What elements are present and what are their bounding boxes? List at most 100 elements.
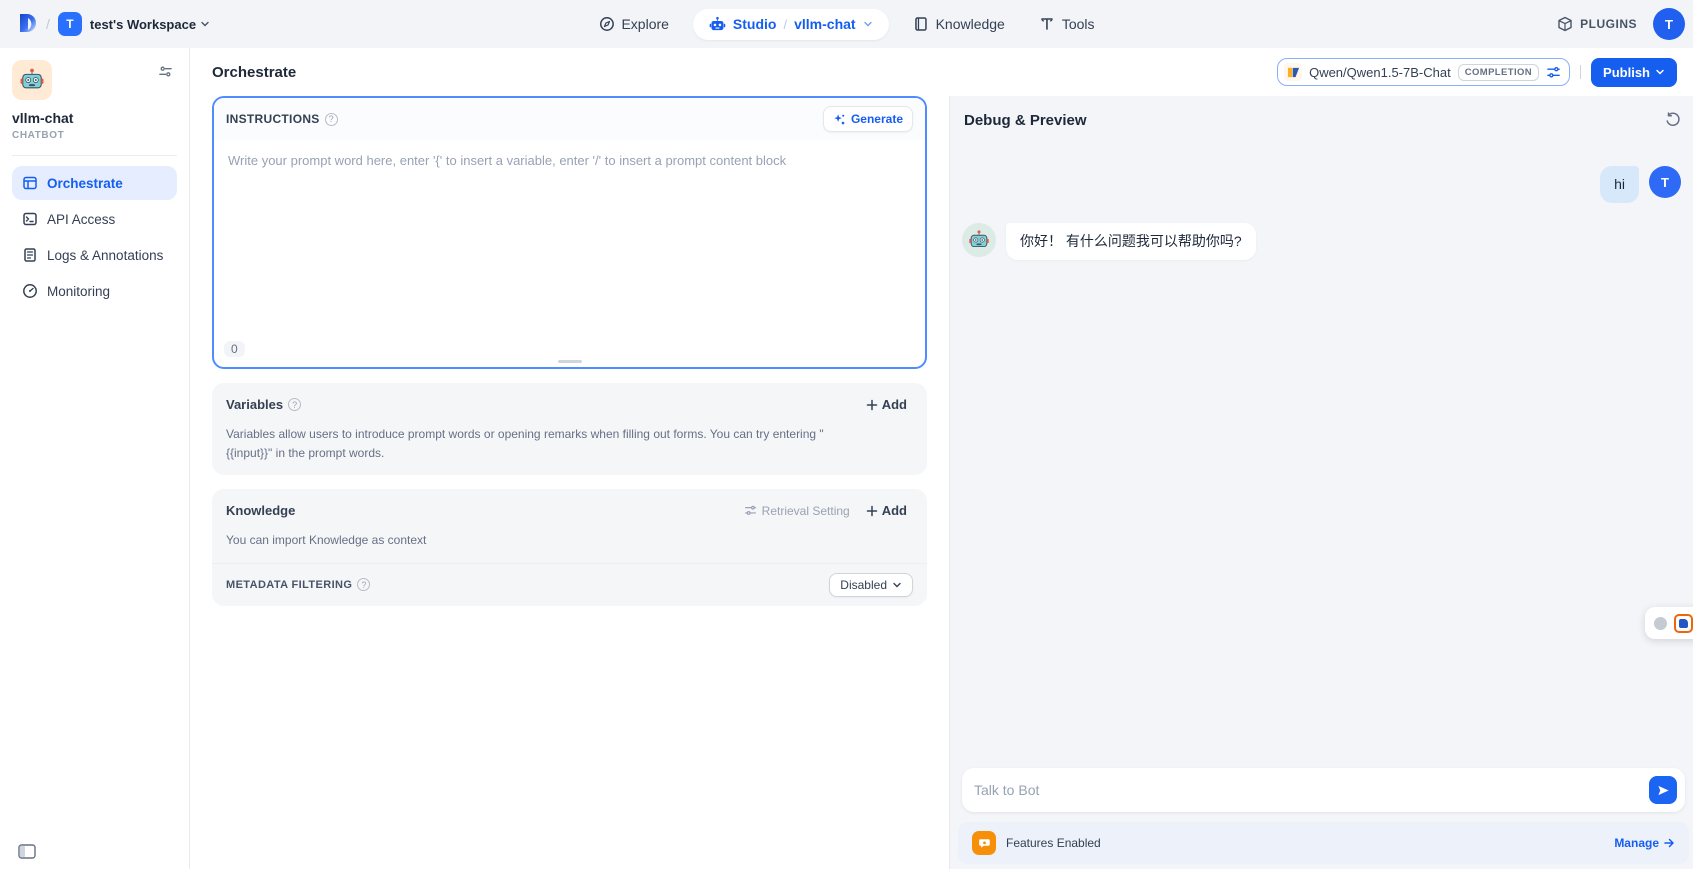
orchestrate-editor: INSTRUCTIONS ? Generate Write your promp… <box>190 96 949 869</box>
workspace-avatar[interactable]: T <box>58 12 82 36</box>
nav-studio-pill[interactable]: Studio / vllm-chat <box>693 9 889 40</box>
robot-emoji-icon <box>19 67 45 93</box>
chat-input[interactable] <box>974 782 1649 798</box>
features-icon <box>972 831 996 855</box>
app-window: / T test's Workspace Explore Studio / vl… <box>0 0 1693 869</box>
header-divider <box>1580 65 1581 79</box>
info-icon[interactable]: ? <box>325 113 338 126</box>
add-knowledge-button[interactable]: Add <box>860 500 913 521</box>
manage-features-link[interactable]: Manage <box>1614 836 1675 850</box>
resize-handle[interactable] <box>558 360 582 363</box>
model-config-icon <box>1546 65 1561 80</box>
chat-area: hi T 你好！ 有什么问题我可以帮助你吗? <box>950 138 1693 768</box>
prompt-editor[interactable]: Write your prompt word here, enter '{' t… <box>214 140 925 367</box>
info-icon[interactable]: ? <box>357 578 370 591</box>
generate-label: Generate <box>851 112 903 126</box>
instructions-title: INSTRUCTIONS <box>226 112 320 126</box>
features-bar: Features Enabled Manage <box>958 822 1689 864</box>
app-sidebar: vllm-chat CHATBOT Orchestrate API Access… <box>0 48 190 869</box>
chat-input-container <box>962 768 1685 812</box>
breadcrumb-separator: / <box>46 16 50 32</box>
publish-label: Publish <box>1603 65 1650 80</box>
retrieval-setting-icon <box>744 504 757 517</box>
user-chat-avatar: T <box>1649 166 1681 198</box>
user-avatar[interactable]: T <box>1653 8 1685 40</box>
sidebar-item-api-access[interactable]: API Access <box>12 202 177 236</box>
app-settings-icon[interactable] <box>154 60 177 83</box>
app-icon[interactable] <box>12 60 52 100</box>
knowledge-description: You can import Knowledge as context <box>212 527 927 563</box>
nav-explore[interactable]: Explore <box>588 10 678 38</box>
nav-studio-label: Studio <box>733 16 777 32</box>
api-access-icon <box>22 211 38 227</box>
variables-description: Variables allow users to introduce promp… <box>212 421 852 475</box>
plus-icon <box>866 505 878 517</box>
chevron-down-icon <box>1655 67 1665 77</box>
workzone-body: INSTRUCTIONS ? Generate Write your promp… <box>190 96 1693 869</box>
chat-message-bot: 你好！ 有什么问题我可以帮助你吗? <box>962 223 1681 260</box>
workspace-name: test's Workspace <box>90 17 196 32</box>
sidebar-item-label: Logs & Annotations <box>47 248 163 263</box>
knowledge-title: Knowledge <box>226 503 295 518</box>
model-selector[interactable]: Qwen/Qwen1.5-7B-Chat COMPLETION <box>1277 58 1570 86</box>
sidebar-item-logs-annotations[interactable]: Logs & Annotations <box>12 238 177 272</box>
page-title: Orchestrate <box>212 64 296 81</box>
nav-plugins[interactable]: PLUGINS <box>1557 16 1637 32</box>
manage-label: Manage <box>1614 836 1659 850</box>
retrieval-setting-label: Retrieval Setting <box>762 504 850 518</box>
monitoring-icon <box>22 283 38 299</box>
workspace-switcher[interactable]: test's Workspace <box>90 17 210 32</box>
debug-title: Debug & Preview <box>964 112 1087 129</box>
metadata-filtering-row: METADATA FILTERING ? Disabled <box>212 563 927 606</box>
sparkle-icon <box>833 113 846 126</box>
logs-icon <box>22 247 38 263</box>
app-head <box>12 60 177 100</box>
extension-dot-icon <box>1654 617 1667 630</box>
breadcrumb-separator: / <box>783 17 787 32</box>
explore-icon <box>598 16 614 32</box>
nav-right: PLUGINS T <box>1557 8 1677 40</box>
sidebar-item-orchestrate[interactable]: Orchestrate <box>12 166 177 200</box>
add-label: Add <box>882 397 907 412</box>
sidebar-item-label: API Access <box>47 212 115 227</box>
user-message-bubble: hi <box>1600 166 1639 203</box>
nav-tools[interactable]: Tools <box>1029 10 1105 38</box>
nav-knowledge-label: Knowledge <box>936 16 1005 32</box>
variables-panel: Variables ? Add Variables allow users to… <box>212 383 927 475</box>
variables-title: Variables <box>226 397 283 412</box>
info-icon[interactable]: ? <box>288 398 301 411</box>
sidebar-item-label: Orchestrate <box>47 176 123 191</box>
instructions-header: INSTRUCTIONS ? Generate <box>214 98 925 140</box>
chevron-down-icon <box>200 19 210 29</box>
extension-widget[interactable] <box>1645 607 1693 639</box>
retrieval-setting-button[interactable]: Retrieval Setting <box>744 504 850 518</box>
nav-knowledge[interactable]: Knowledge <box>903 10 1015 38</box>
chat-message-user: hi T <box>962 166 1681 203</box>
add-label: Add <box>882 503 907 518</box>
bot-message-bubble: 你好！ 有什么问题我可以帮助你吗? <box>1006 223 1256 260</box>
app-type-badge: CHATBOT <box>12 130 177 141</box>
restart-conversation-icon[interactable] <box>1661 108 1685 132</box>
robot-emoji-icon <box>968 229 990 251</box>
sidebar-item-monitoring[interactable]: Monitoring <box>12 274 177 308</box>
metadata-filtering-dropdown[interactable]: Disabled <box>829 573 913 597</box>
variables-header: Variables ? Add <box>212 383 927 421</box>
debug-preview-panel: Debug & Preview hi T <box>949 96 1693 869</box>
add-variable-button[interactable]: Add <box>860 394 913 415</box>
collapse-sidebar-icon[interactable] <box>18 844 36 859</box>
arrow-right-icon <box>1663 837 1675 849</box>
debug-header: Debug & Preview <box>950 96 1693 138</box>
char-count-badge: 0 <box>224 341 245 357</box>
publish-button[interactable]: Publish <box>1591 58 1677 87</box>
model-mode-badge: COMPLETION <box>1458 64 1539 81</box>
generate-button[interactable]: Generate <box>823 106 913 132</box>
send-button[interactable] <box>1649 776 1677 804</box>
plus-icon <box>866 399 878 411</box>
metadata-filtering-value: Disabled <box>840 578 887 592</box>
metadata-filtering-title: METADATA FILTERING <box>226 579 352 591</box>
nav-tools-label: Tools <box>1062 16 1095 32</box>
dify-logo-icon[interactable] <box>16 12 38 36</box>
sidebar-divider <box>12 155 177 156</box>
tools-icon <box>1039 16 1055 32</box>
instructions-panel: INSTRUCTIONS ? Generate Write your promp… <box>212 96 927 369</box>
